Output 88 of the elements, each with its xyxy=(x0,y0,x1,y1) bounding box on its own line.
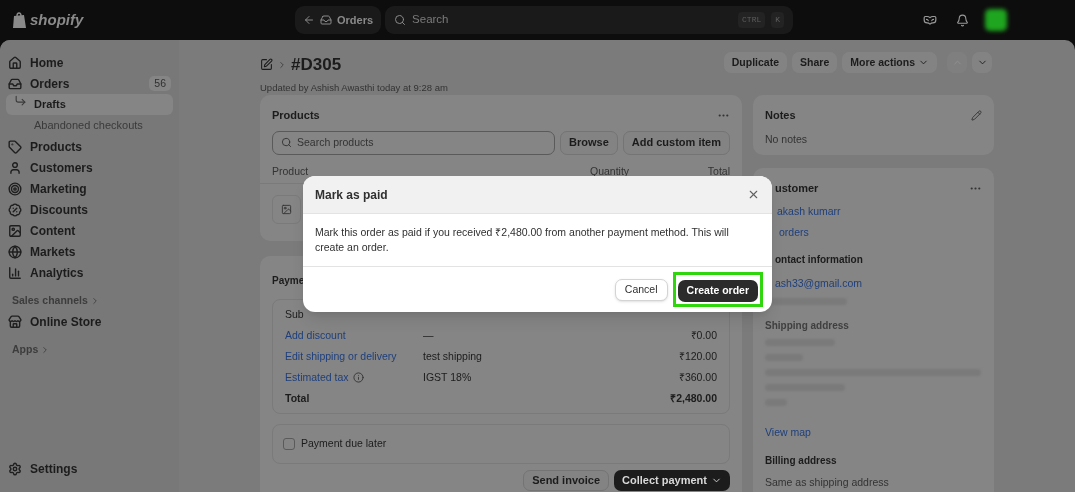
summary-detail: IGST 18% xyxy=(423,370,472,383)
image-placeholder-icon xyxy=(281,204,292,216)
bar-chart-icon xyxy=(8,265,22,280)
action-button[interactable]: More actions xyxy=(842,52,937,73)
column-header: Product xyxy=(272,163,310,179)
card-title: Products xyxy=(272,108,321,123)
summary-amount: ₹360.00 xyxy=(678,369,717,385)
summary-detail: test shipping xyxy=(423,349,482,362)
section-heading[interactable]: Apps xyxy=(0,340,179,360)
search-products-input[interactable]: Search products xyxy=(297,134,546,151)
sidebar-item[interactable]: Analytics xyxy=(4,262,175,283)
dialog-message: Mark this order as paid if you received ₹2,480.00 from another payment method. This will create an order. xyxy=(315,225,730,255)
search-icon xyxy=(394,14,407,26)
sidebar-item[interactable]: Customers xyxy=(4,157,175,178)
summary-label: Total xyxy=(285,390,310,406)
tag-icon xyxy=(8,139,22,154)
inbox-icon xyxy=(8,76,22,91)
cancel-button[interactable]: Cancel xyxy=(614,278,668,301)
back-to-orders-button[interactable]: Orders xyxy=(295,6,382,34)
sidebar-item[interactable]: Marketing xyxy=(4,178,175,199)
summary-label: Sub xyxy=(285,306,304,322)
notes-text: No notes xyxy=(765,131,809,147)
search-products-field[interactable]: Search products xyxy=(272,130,555,155)
page-title: #D305 xyxy=(291,54,342,76)
product-button[interactable]: Browse xyxy=(560,130,618,155)
summary-amount: ₹2,480.00 xyxy=(670,390,717,406)
sidebar-item[interactable]: Orders 56 xyxy=(4,73,175,94)
sidebar-item[interactable]: Home xyxy=(4,52,175,73)
summary-amount: ₹0.00 xyxy=(690,327,717,343)
close-icon[interactable] xyxy=(747,188,760,201)
checkbox[interactable] xyxy=(283,438,295,450)
store-icon xyxy=(8,314,22,329)
section-heading: Shipping address xyxy=(765,318,850,333)
sidebar-item[interactable]: Products xyxy=(4,136,175,157)
brand-logo-text: shopify xyxy=(30,9,84,30)
count-badge: 56 xyxy=(149,75,171,92)
mask-icon[interactable] xyxy=(923,13,937,27)
billing-text: Same as shipping address xyxy=(765,474,890,490)
settings-icon xyxy=(8,461,22,476)
person-icon xyxy=(8,160,22,175)
home-icon xyxy=(8,55,22,70)
image-icon xyxy=(8,223,22,238)
section-heading: ontact information xyxy=(774,253,864,267)
draft-order-icon xyxy=(260,58,273,72)
sidebar-subitem[interactable]: Abandoned checkouts xyxy=(6,115,173,136)
breadcrumb-chevron-icon xyxy=(277,59,287,70)
summary-detail: — xyxy=(423,328,434,341)
next-order-button[interactable] xyxy=(972,52,992,73)
bell-icon[interactable] xyxy=(956,13,969,27)
summary-amount: ₹120.00 xyxy=(678,348,717,364)
checkbox-label: Payment due later xyxy=(301,436,387,452)
sidebar-item[interactable]: Markets xyxy=(4,241,175,262)
tree-connector-icon xyxy=(14,94,27,107)
column-header: Total xyxy=(706,163,730,179)
view-map-link[interactable]: View map xyxy=(765,424,982,441)
sidebar-subitem[interactable]: Drafts xyxy=(6,94,173,115)
target-icon xyxy=(8,181,22,196)
sidebar-item[interactable]: Online Store xyxy=(4,311,175,332)
section-heading[interactable]: Sales channels xyxy=(0,291,179,311)
summary-link[interactable]: Edit shipping or delivery xyxy=(285,348,397,365)
section-heading: Billing address xyxy=(765,453,838,468)
action-button[interactable]: Duplicate xyxy=(723,52,788,73)
sidebar-item[interactable]: Settings xyxy=(4,458,175,479)
info-icon[interactable] xyxy=(352,372,364,383)
updated-info: Updated by Ashish Awasthi today at 9:28 am xyxy=(260,80,449,95)
edit-pencil-icon[interactable] xyxy=(971,109,982,121)
collect-payment-button[interactable]: Collect payment xyxy=(614,470,730,491)
shopping-bag-logo-icon xyxy=(12,11,27,29)
send-invoice-button[interactable]: Send invoice xyxy=(523,470,610,491)
inbox-icon xyxy=(320,14,332,26)
card-title: Notes xyxy=(765,108,797,123)
column-header: Quantity xyxy=(590,163,631,179)
search-input[interactable]: Search xyxy=(412,11,733,29)
card-title: Payme xyxy=(272,275,305,286)
summary-link[interactable]: Add discount xyxy=(285,327,346,344)
create-order-button[interactable]: Create order xyxy=(677,279,758,302)
sidebar-item[interactable]: Discounts xyxy=(4,199,175,220)
card-title: ustomer xyxy=(774,181,820,196)
avatar[interactable] xyxy=(985,9,1007,31)
dialog-title: Mark as paid xyxy=(315,186,389,204)
discount-icon xyxy=(8,202,22,217)
globe-icon xyxy=(8,244,22,259)
action-button[interactable]: Share xyxy=(792,52,838,73)
product-button[interactable]: Add custom item xyxy=(622,130,730,155)
summary-link[interactable]: Estimated tax xyxy=(285,369,349,386)
sidebar-item[interactable]: Content xyxy=(4,220,175,241)
search-icon xyxy=(281,137,292,148)
back-arrow-icon xyxy=(303,14,315,26)
